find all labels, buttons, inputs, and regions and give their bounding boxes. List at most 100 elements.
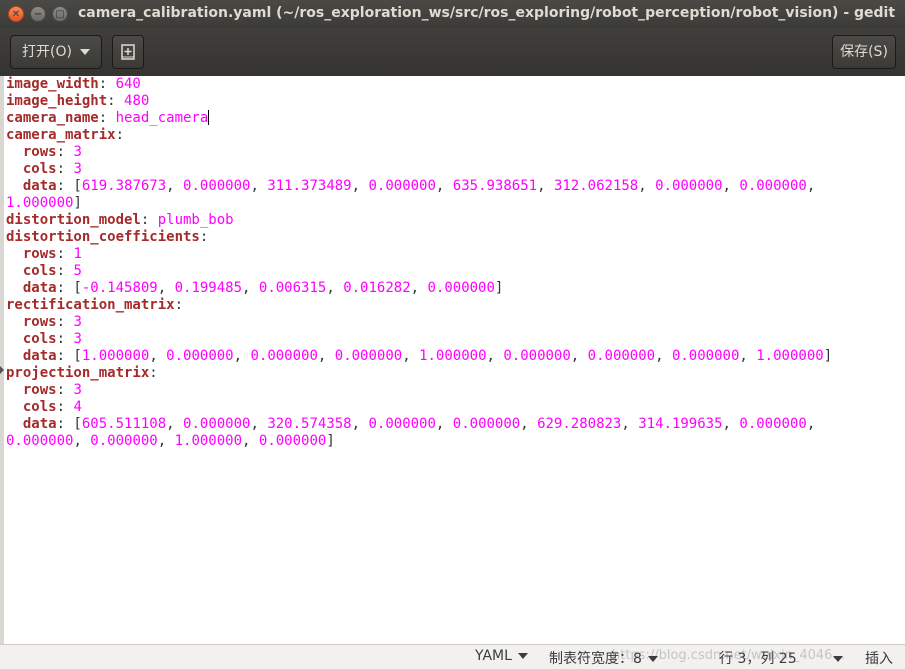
editor-line[interactable]: cols: 3 [6,331,832,348]
yaml-value: 312.062158 [553,178,639,194]
yaml-punctuation: , [157,433,175,449]
editor-line[interactable]: 1.000000] [6,195,832,212]
yaml-punctuation: : [140,212,158,228]
yaml-punctuation: , [537,178,554,194]
yaml-value: 0.000000 [427,280,495,296]
minimize-button[interactable]: − [30,6,46,22]
yaml-punctuation: , [435,178,453,194]
yaml-key: data [22,416,57,432]
yaml-punctuation: , [242,280,259,296]
yaml-value: 0.000000 [250,348,318,364]
yaml-value: 0.000000 [258,433,327,449]
yaml-value: 1.000000 [6,195,74,211]
yaml-punctuation: , [166,178,184,194]
yaml-punctuation: ] [823,348,833,364]
yaml-punctuation: , [739,348,757,364]
yaml-punctuation: , [250,178,268,194]
editor-content[interactable]: image_width: 640 image_height: 480 camera_… [6,76,832,450]
yaml-punctuation: , [621,416,639,432]
yaml-value: 629.280823 [537,416,622,432]
tab-width-selector[interactable]: 制表符宽度：8 [549,648,658,668]
window-title: camera_calibration.yaml (~/ros_explorati… [78,5,896,21]
yaml-key: camera_name [6,110,99,126]
yaml-value: -0.145809 [81,280,158,296]
yaml-value: head_camera [115,110,209,126]
editor-line[interactable]: 0.000000, 0.000000, 1.000000, 0.000000] [6,433,832,450]
yaml-value: 605.511108 [81,416,167,432]
editor-line[interactable]: data: [605.511108, 0.000000, 320.574358,… [6,416,832,433]
cursor-position-label: 行 3，列 25 [719,651,797,667]
yaml-value: 3 [73,161,82,177]
editor-line[interactable]: image_height: 480 [6,93,832,110]
yaml-key: cols [22,331,57,347]
yaml-punctuation: : [98,110,116,126]
editor-line[interactable]: projection_matrix: [6,365,832,382]
yaml-punctuation [6,399,23,415]
editor-line[interactable]: cols: 5 [6,263,832,280]
yaml-punctuation: , [233,348,251,364]
maximize-button[interactable]: □ [52,6,68,22]
editor-line[interactable]: rows: 3 [6,382,832,399]
editor-line[interactable]: rectification_matrix: [6,297,832,314]
yaml-punctuation: , [317,348,335,364]
yaml-punctuation: ] [326,433,335,449]
yaml-value: 0.016282 [343,280,411,296]
yaml-value: 0.000000 [183,178,251,194]
editor-line[interactable]: data: [1.000000, 0.000000, 0.000000, 0.0… [6,348,832,365]
yaml-value: 0.000000 [6,433,74,449]
yaml-value: 0.000000 [655,178,723,194]
yaml-value: 1.000000 [419,348,487,364]
yaml-value: 0.000000 [368,416,436,432]
editor-line[interactable]: cols: 4 [6,399,832,416]
save-button[interactable]: 保存(S) [832,35,896,69]
yaml-punctuation: : [199,229,209,245]
new-tab-button[interactable] [112,35,144,69]
editor-line[interactable]: data: [619.387673, 0.000000, 311.373489,… [6,178,832,195]
yaml-value: 0.000000 [368,178,436,194]
yaml-punctuation [6,161,23,177]
yaml-punctuation: , [435,416,453,432]
yaml-key: rows [22,314,57,330]
editor-line[interactable]: distortion_model: plumb_bob [6,212,832,229]
yaml-punctuation: , [351,178,369,194]
yaml-value: 3 [73,382,82,398]
yaml-value: 1.000000 [174,433,243,449]
text-editor[interactable]: image_width: 640 image_height: 480 camera_… [4,76,905,644]
yaml-value: 311.373489 [267,178,352,194]
yaml-value: 0.006315 [258,280,327,296]
yaml-punctuation: : [56,246,74,262]
yaml-punctuation: : [ [56,280,82,296]
editor-line[interactable]: camera_name: head_camera [6,110,832,127]
insert-mode-indicator[interactable]: 插入 [865,648,893,668]
chevron-down-icon [517,653,528,659]
editor-line[interactable]: rows: 1 [6,246,832,263]
yaml-value: 0.000000 [503,348,571,364]
yaml-punctuation: : [56,314,74,330]
editor-line[interactable]: image_width: 640 [6,76,832,93]
editor-line[interactable]: distortion_coefficients: [6,229,832,246]
editor-line[interactable]: camera_matrix: [6,127,832,144]
close-button[interactable]: ✕ [8,6,24,22]
cursor-position-selector[interactable]: 行 3，列 25 [719,648,843,668]
yaml-key: cols [22,399,57,415]
yaml-value: 0.000000 [166,348,234,364]
yaml-punctuation: : [ [56,178,82,194]
yaml-punctuation [6,144,23,160]
editor-line[interactable]: rows: 3 [6,144,832,161]
yaml-value: 1.000000 [81,348,150,364]
title-bar[interactable]: ✕ − □ camera_calibration.yaml (~/ros_exp… [0,0,905,28]
yaml-punctuation: : [56,382,74,398]
language-selector[interactable]: YAML [475,648,528,664]
yaml-value: 0.000000 [334,348,403,364]
yaml-punctuation: , [157,280,175,296]
yaml-value: 0.000000 [739,416,807,432]
editor-line[interactable]: cols: 3 [6,161,832,178]
yaml-punctuation [6,331,23,347]
open-button-label: 打开(O) [22,44,72,60]
editor-line[interactable]: rows: 3 [6,314,832,331]
yaml-punctuation: , [722,178,740,194]
yaml-punctuation: ] [494,280,504,296]
editor-line[interactable]: data: [-0.145809, 0.199485, 0.006315, 0.… [6,280,832,297]
yaml-punctuation: , [806,178,816,194]
open-button[interactable]: 打开(O) [10,35,102,69]
